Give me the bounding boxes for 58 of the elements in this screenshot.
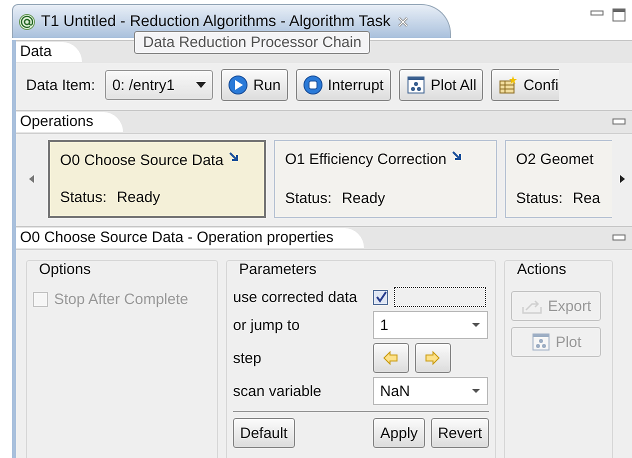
at-sign-icon [19,14,35,30]
plot-all-button[interactable]: Plot All [398,69,484,101]
scroll-left-icon[interactable] [28,174,36,184]
run-button[interactable]: Run [221,69,288,101]
button[interactable]: Revert [430,418,489,448]
plot-icon [406,75,426,95]
dropdown-arrow-icon [471,388,481,394]
parameter-label: or jump to [233,316,301,334]
left-arrow-icon [382,350,400,366]
dropdown-arrow-icon [196,82,206,88]
operation-card[interactable]: O0 Choose Source Data Status: Ready [48,140,266,218]
checkbox-label: Stop After Complete [54,291,188,308]
status-label: Status: [60,189,107,206]
minimize-icon[interactable] [612,234,626,242]
focus-field[interactable] [394,287,486,307]
parameter-label: scan variable [233,382,322,400]
operation-title: O0 Choose Source Data [60,152,224,169]
tooltip: Data Reduction Processor Chain [134,31,370,54]
plot-icon [530,332,551,352]
arrow-icon [452,151,462,161]
editor-title: T1 Untitled - Reduction Algorithms - Algorithm Task [41,12,390,30]
scroll-right-icon[interactable] [618,174,626,184]
dropdown-arrow-icon [471,322,481,328]
group-title: Options [37,261,93,278]
interrupt-button[interactable]: Interrupt [296,69,391,101]
status-value: Ready [342,190,386,207]
play-icon [228,75,248,95]
operation-card[interactable]: O2 Geomet Status: Rea [505,140,612,218]
dropdown[interactable]: 1 [373,311,488,339]
stop-icon [302,75,323,95]
checkbox[interactable] [373,290,388,304]
button[interactable]: Apply [373,418,425,448]
checkmark-icon [374,291,386,303]
dropdown[interactable]: NaN [373,377,488,405]
maximize-icon[interactable] [612,8,626,22]
operation-title: O1 Efficiency Correction [285,151,446,168]
section-tab[interactable]: Data [16,42,82,62]
field-label: Data Item: [26,76,96,94]
status-label: Status: [285,190,332,207]
parameter-label: step [233,350,262,366]
status-label: Status: [516,190,563,207]
table-icon [498,75,518,95]
operation-card[interactable]: O1 Efficiency Correction Status: Ready [274,140,497,218]
parameter-label: use corrected data [233,288,358,306]
button[interactable]: Default [233,418,295,448]
arrow-icon [229,152,240,162]
close-icon[interactable] [396,14,410,28]
section-tab[interactable]: Operations [16,112,124,132]
step-back-button[interactable] [373,343,409,373]
section-tab[interactable]: O0 Choose Source Data - Operation properties [16,228,364,248]
config-button[interactable]: Confi [491,69,558,101]
status-value: Rea [572,190,600,207]
status-value: Ready [116,189,160,206]
minimize-icon[interactable] [612,118,626,126]
data-item-dropdown[interactable]: 0: /entry1 [105,70,214,100]
right-arrow-icon [424,350,442,366]
step-forward-button[interactable] [415,343,451,373]
operation-title: O2 Geomet [516,151,594,168]
